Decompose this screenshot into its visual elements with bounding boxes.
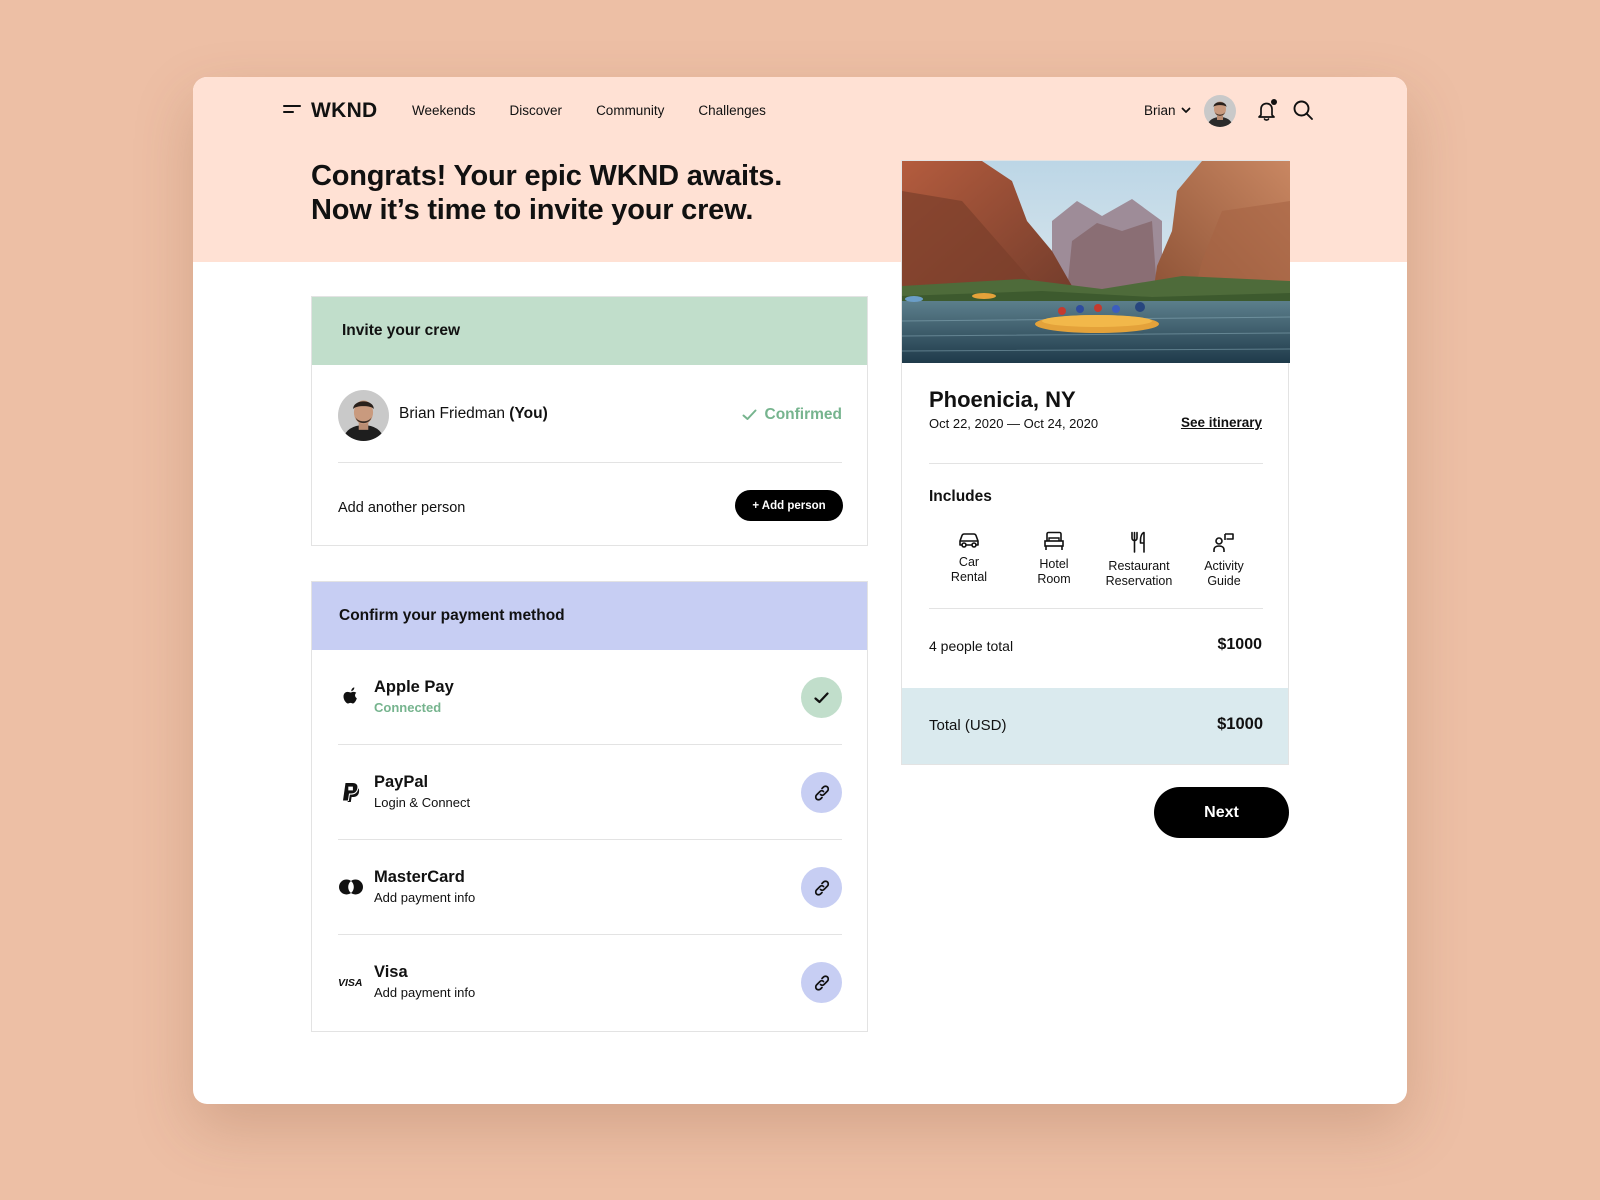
link-button[interactable] [801, 772, 842, 813]
app-window: WKND Weekends Discover Community Challen… [193, 77, 1407, 1104]
svg-text:VISA: VISA [338, 977, 363, 988]
bed-icon [1044, 531, 1064, 550]
people-total-label: 4 people total [929, 638, 1014, 654]
include-line-1: Activity [1204, 559, 1244, 573]
total-price: $1000 [1217, 715, 1263, 733]
include-line-1: Car [958, 555, 980, 569]
visa-icon: VISA [338, 969, 364, 995]
headline-line-1: Congrats! Your epic WKND awaits. [311, 160, 783, 192]
payment-status: Login & Connect [374, 795, 471, 810]
chevron-down-icon [1181, 107, 1190, 113]
next-button[interactable]: Next [1154, 787, 1289, 838]
logo[interactable]: WKND [311, 99, 378, 123]
payment-status: Connected [374, 700, 442, 715]
link-icon [814, 879, 829, 896]
connected-check-button[interactable] [801, 677, 842, 718]
include-line-2: Room [1037, 572, 1071, 586]
payment-name: MasterCard [374, 868, 465, 886]
include-car-rental: Car Rental [929, 531, 1009, 589]
payment-status: Add payment info [374, 890, 476, 905]
divider [929, 608, 1263, 609]
people-total-price: $1000 [1217, 636, 1263, 653]
member-you-tag: (You) [509, 405, 548, 422]
crew-member-row: Brian Friedman (You) Confirmed [338, 390, 842, 442]
bell-icon[interactable] [1255, 98, 1279, 122]
user-name: Brian [1144, 103, 1176, 118]
paypal-icon [338, 779, 364, 805]
nav-link-discover[interactable]: Discover [510, 103, 563, 118]
car-icon [959, 533, 979, 548]
payment-name: Visa [374, 963, 408, 981]
apple-icon [338, 684, 364, 710]
search-icon[interactable] [1292, 99, 1314, 121]
member-avatar [338, 390, 389, 441]
mastercard-icon [338, 874, 364, 900]
confirmed-status: Confirmed [742, 406, 843, 424]
utensils-icon [1131, 531, 1145, 553]
link-button[interactable] [801, 962, 842, 1003]
divider [929, 463, 1263, 464]
trip-location: Phoenicia, NY [929, 387, 1076, 412]
payment-row-apple-pay[interactable]: Apple Pay Connected [338, 650, 842, 745]
nav-link-community[interactable]: Community [596, 103, 664, 118]
member-name: Brian Friedman (You) [399, 405, 548, 423]
payment-card: Confirm your payment method Apple Pay Co… [311, 581, 868, 1032]
menu-icon[interactable] [283, 104, 301, 116]
user-menu[interactable]: Brian [1144, 103, 1191, 118]
include-line-1: Hotel [1039, 557, 1069, 571]
add-person-label: Add another person [338, 500, 466, 516]
payment-row-visa[interactable]: VISA Visa Add payment info [338, 935, 842, 1030]
nav-link-weekends[interactable]: Weekends [412, 103, 476, 118]
include-activity-guide: Activity Guide [1184, 531, 1264, 589]
includes-list: Car Rental Hotel Room Restaurant Reserva… [929, 531, 1264, 589]
include-line-2: Guide [1207, 574, 1241, 588]
trip-photo [902, 161, 1290, 363]
nav-link-challenges[interactable]: Challenges [698, 103, 766, 118]
include-line-1: Restaurant [1108, 559, 1170, 573]
link-icon [814, 784, 829, 801]
include-hotel-room: Hotel Room [1014, 531, 1094, 589]
include-restaurant-reservation: Restaurant Reservation [1099, 531, 1179, 589]
invite-card-title: Invite your crew [312, 297, 867, 365]
add-person-button[interactable]: + Add person [735, 490, 843, 521]
divider [338, 462, 842, 463]
invite-card: Invite your crew Brian Friedman (You) Co… [311, 296, 868, 546]
see-itinerary-link[interactable]: See itinerary [1181, 415, 1262, 430]
member-full-name: Brian Friedman [399, 405, 505, 422]
top-nav: WKND Weekends Discover Community Challen… [193, 77, 1407, 147]
link-icon [814, 974, 829, 991]
trip-summary-card: Phoenicia, NY Oct 22, 2020 — Oct 24, 202… [901, 160, 1290, 765]
trip-dates: Oct 22, 2020 — Oct 24, 2020 [929, 416, 1099, 431]
headline-line-2: Now it’s time to invite your crew. [311, 194, 754, 226]
page-headline: Congrats! Your epic WKND awaits. Now it’… [311, 159, 782, 227]
includes-title: Includes [929, 488, 992, 505]
nav-links: Weekends Discover Community Challenges [412, 103, 766, 118]
guide-icon [1213, 533, 1234, 552]
user-avatar[interactable] [1204, 95, 1236, 127]
payment-card-title: Confirm your payment method [312, 582, 867, 650]
payment-row-paypal[interactable]: PayPal Login & Connect [338, 745, 842, 840]
check-icon [742, 409, 756, 420]
total-label: Total (USD) [929, 717, 1007, 734]
include-line-2: Rental [950, 570, 988, 584]
payment-row-mastercard[interactable]: MasterCard Add payment info [338, 840, 842, 935]
include-line-2: Reservation [1105, 574, 1173, 588]
payment-name: PayPal [374, 773, 429, 791]
payment-name: Apple Pay [374, 678, 454, 696]
check-icon [814, 691, 829, 703]
payment-status: Add payment info [374, 985, 476, 1000]
confirmed-label: Confirmed [764, 406, 843, 423]
link-button[interactable] [801, 867, 842, 908]
total-band: Total (USD) $1000 [902, 688, 1288, 764]
